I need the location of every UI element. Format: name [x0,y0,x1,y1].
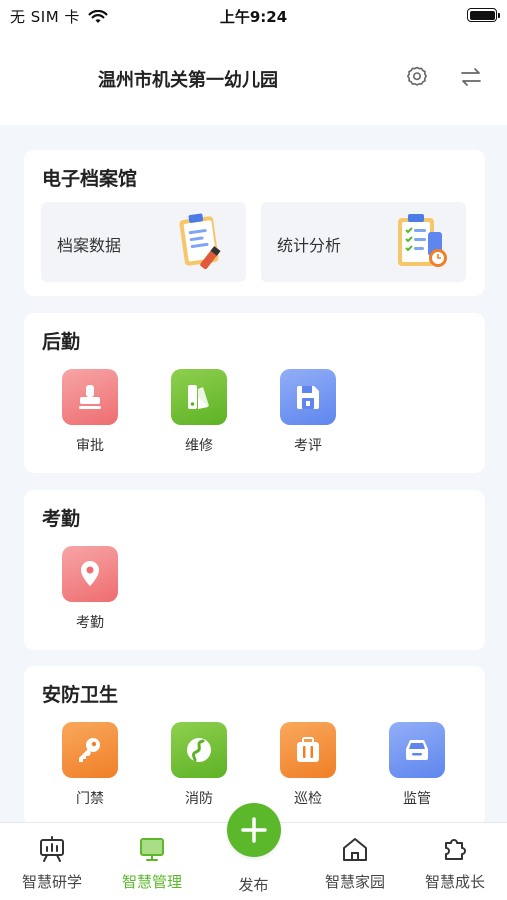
settings-button[interactable] [404,64,430,90]
attendance-section: 考勤 考勤 [24,490,485,650]
tile-label: 档案数据 [57,236,122,255]
section-title: 后勤 [42,331,81,353]
plus-icon [241,817,267,843]
tab-smart-management[interactable]: 智慧管理 [102,823,202,900]
section-title: 考勤 [42,508,81,530]
header: 温州市机关第一幼儿园 [0,30,507,125]
access-control-item[interactable]: 门禁 [50,722,130,812]
tab-smart-growth[interactable]: 智慧成长 [405,823,505,900]
safety-section: 安防卫生 门禁 消防 巡检 监管 [24,666,485,826]
route-icon [171,722,227,778]
section-title: 安防卫生 [42,684,119,706]
archive-data-tile[interactable]: 档案数据 [41,202,246,282]
briefcase-icon [280,722,336,778]
item-label: 巡检 [294,791,322,807]
color-swatch-icon [171,369,227,425]
home-icon [341,835,369,863]
inspection-item[interactable]: 巡检 [268,722,348,812]
item-label: 监管 [403,791,431,807]
attendance-item[interactable]: 考勤 [50,546,130,636]
status-time: 上午9:24 [219,8,288,26]
archive-section: 电子档案馆 档案数据 统计分析 [24,150,485,296]
key-icon [62,722,118,778]
puzzle-icon [441,835,469,863]
monitor-icon [138,835,166,863]
save-document-icon [280,369,336,425]
publish-button[interactable] [227,803,281,857]
approval-item[interactable]: 审批 [50,369,130,459]
item-label: 门禁 [76,791,104,807]
tile-label: 统计分析 [277,236,342,255]
switch-button[interactable] [458,64,484,90]
status-bar: 无 SIM 卡 上午9:24 [0,0,507,30]
item-label: 考勤 [76,615,104,631]
tab-smart-study[interactable]: 智慧研学 [2,823,102,900]
car-icon [389,722,445,778]
item-label: 考评 [294,438,322,454]
clipboard-checklist-illustration [392,210,450,274]
tab-label: 智慧研学 [21,873,82,891]
page-title: 温州市机关第一幼儿园 [98,70,278,91]
statistics-tile[interactable]: 统计分析 [261,202,466,282]
supervision-item[interactable]: 监管 [377,722,457,812]
item-label: 消防 [185,791,213,807]
fire-safety-item[interactable]: 消防 [159,722,239,812]
settings-icon [407,66,427,86]
evaluation-item[interactable]: 考评 [268,369,348,459]
battery-icon [467,8,500,22]
item-label: 维修 [185,438,213,454]
stamp-icon [62,369,118,425]
location-pin-icon [62,546,118,602]
logistics-section: 后勤 审批 维修 考评 [24,313,485,473]
tab-label: 智慧成长 [424,873,485,891]
switch-icon [461,68,481,86]
presentation-board-icon [38,835,66,863]
tab-label: 智慧管理 [121,873,182,891]
repair-item[interactable]: 维修 [159,369,239,459]
tab-smart-home[interactable]: 智慧家园 [305,823,405,900]
tab-label: 智慧家园 [324,873,385,891]
item-label: 审批 [76,438,104,454]
clipboard-pencil-illustration [172,210,230,274]
section-title: 电子档案馆 [42,168,138,190]
